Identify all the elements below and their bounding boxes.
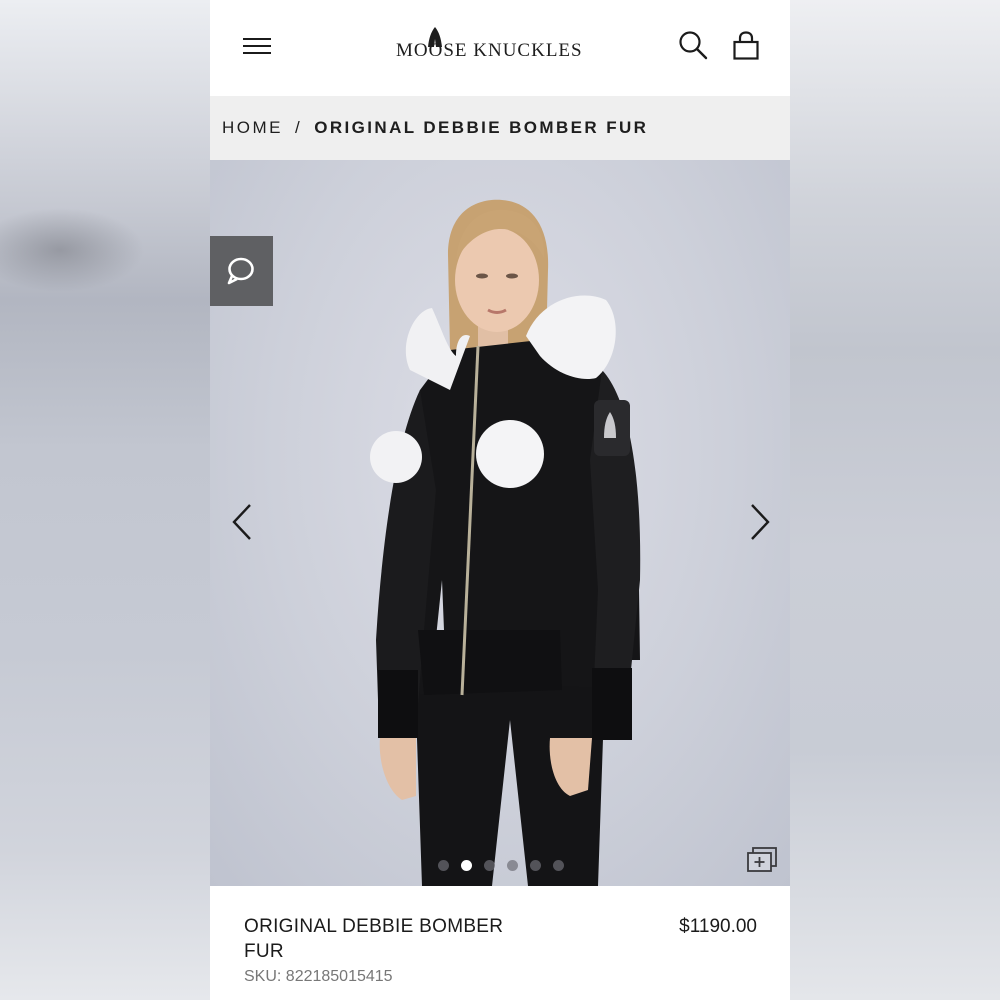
product-name: ORIGINAL DEBBIE BOMBER FUR — [244, 916, 504, 962]
chat-button[interactable] — [210, 236, 273, 306]
breadcrumb-current-page: ORIGINAL DEBBIE BOMBER FUR — [314, 118, 649, 137]
breadcrumb-separator: / — [295, 118, 303, 137]
gallery-dot[interactable] — [507, 860, 518, 871]
product-image-gallery[interactable] — [210, 160, 790, 886]
gallery-dot[interactable] — [484, 860, 495, 871]
gallery-pagination-dots — [438, 860, 564, 871]
hamburger-menu-icon[interactable] — [243, 38, 271, 56]
top-navigation-bar: MOOSE KNUCKLES — [210, 0, 790, 96]
product-price: $1190.00 — [679, 916, 757, 937]
product-sku: SKU: 822185015415 — [244, 968, 393, 985]
chevron-left-icon[interactable] — [230, 502, 256, 542]
background-blur-right — [790, 0, 1000, 1000]
brand-logo[interactable]: MOOSE KNUCKLES — [396, 26, 612, 66]
gallery-dot-active[interactable] — [461, 860, 472, 871]
gallery-dot[interactable] — [438, 860, 449, 871]
shopping-bag-icon[interactable] — [732, 31, 760, 61]
search-icon[interactable] — [678, 30, 708, 60]
breadcrumb-home-link[interactable]: HOME — [222, 118, 283, 138]
chat-bubble-icon — [227, 257, 254, 285]
brand-name: MOOSE KNUCKLES — [396, 40, 583, 61]
gallery-dot[interactable] — [530, 860, 541, 871]
breadcrumb: HOME / ORIGINAL DEBBIE BOMBER FUR — [210, 96, 790, 160]
gallery-dot[interactable] — [553, 860, 564, 871]
background-blur-left — [0, 0, 210, 1000]
expand-images-icon[interactable] — [746, 846, 778, 874]
product-info: ORIGINAL DEBBIE BOMBER FUR $1190.00 SKU:… — [210, 886, 790, 1000]
mobile-page: MOOSE KNUCKLES HOME / ORIGINAL DEBBIE BO… — [210, 0, 790, 1000]
product-photo — [370, 199, 641, 886]
chevron-right-icon[interactable] — [746, 502, 772, 542]
